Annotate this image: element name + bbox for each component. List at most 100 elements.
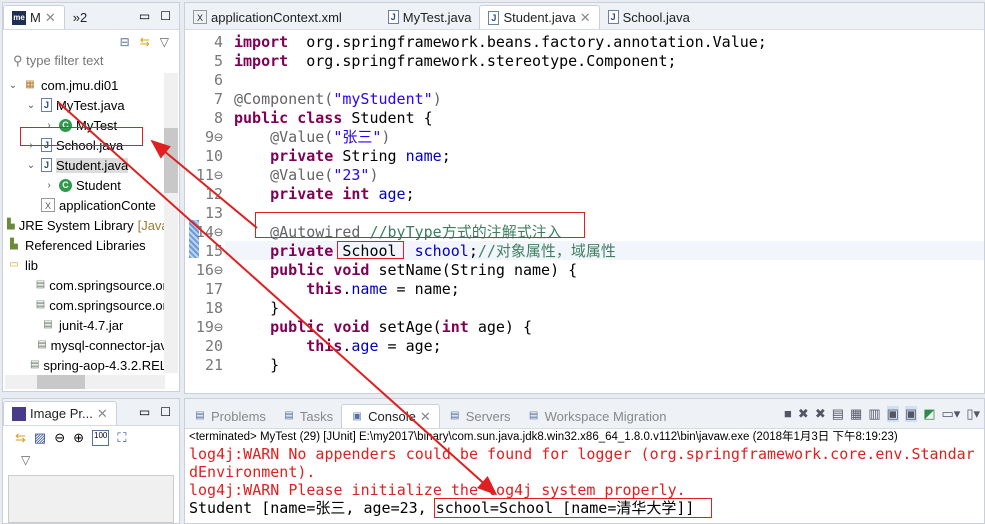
servers-icon: ▤: [450, 410, 460, 421]
tab-image-preview[interactable]: Image Pr... ✕: [3, 401, 117, 425]
tree-item-label: applicationConte: [59, 197, 156, 213]
code-token: ): [381, 128, 391, 146]
code-token: org.springframework.stereotype.Component…: [288, 52, 677, 70]
console-line: log4j:WARN No appenders could be found f…: [189, 445, 975, 481]
word-wrap-icon[interactable]: ▥: [868, 406, 880, 422]
zoom-out-icon[interactable]: ⊖: [54, 430, 65, 446]
fit-window-icon[interactable]: ⛶: [117, 430, 126, 446]
link-icon[interactable]: ⇆: [15, 430, 26, 446]
code-token: ;: [441, 147, 451, 165]
editor-tab[interactable]: J School.java: [600, 5, 698, 29]
tree-item[interactable]: ▤ junit-4.7.jar: [7, 315, 167, 335]
code-token: ): [432, 90, 442, 108]
expanded-icon[interactable]: ⌄: [25, 160, 37, 171]
show-on-stdout-icon[interactable]: ▣: [886, 406, 899, 422]
tree-item[interactable]: ⌄ ▦ com.jmu.di01: [7, 75, 167, 95]
maximize-icon[interactable]: ☐: [160, 9, 171, 23]
tree-item-label: mysql-connector-jav: [50, 337, 167, 353]
package-icon: ▦: [25, 79, 35, 90]
tree-item[interactable]: ▤ mysql-connector-jav: [7, 335, 167, 355]
tree-item[interactable]: ▙ Referenced Libraries: [7, 235, 167, 255]
minimize-icon[interactable]: ▭: [139, 405, 150, 419]
close-icon[interactable]: ✕: [97, 406, 108, 422]
minimize-icon[interactable]: ▭: [139, 9, 150, 23]
display-console-icon[interactable]: ▭▾: [942, 406, 961, 422]
line-number: 9⊖: [204, 128, 223, 146]
tab-package-explorer[interactable]: me M ✕: [3, 5, 65, 29]
maximize-icon[interactable]: ☐: [160, 405, 171, 419]
editor-tab[interactable]: J Student.java ✕: [479, 5, 600, 29]
tree-item-label: junit-4.7.jar: [59, 317, 124, 333]
remove-launch-icon[interactable]: ✖: [798, 406, 809, 422]
fit-image-icon[interactable]: ▨: [34, 430, 46, 446]
tree-item[interactable]: ⌄ J Student.java: [7, 155, 167, 175]
editor-tabbar: XapplicationContext.xml J MyTest.java J Stud…: [185, 3, 984, 30]
actual-size-icon[interactable]: 100: [92, 430, 110, 446]
console-line: log4j:WARN Please initialize the log4j s…: [189, 481, 686, 499]
image-preview-panel: Image Pr... ✕ ▭ ☐ ⇆ ▨ ⊖ ⊕ 100 ⛶ ▽: [2, 398, 180, 524]
highlight-autowired: [255, 212, 585, 238]
horizontal-scrollbar[interactable]: [5, 375, 165, 389]
tree-item[interactable]: XapplicationConte: [7, 195, 167, 215]
line-number: 13: [204, 204, 223, 222]
code-line: }: [234, 356, 279, 375]
pin-console-icon[interactable]: ◩: [923, 406, 935, 422]
view-menu-icon[interactable]: ▽: [21, 453, 30, 467]
java-file-icon: J: [387, 10, 399, 24]
expanded-icon[interactable]: ⌄: [7, 80, 19, 91]
scroll-thumb[interactable]: [37, 375, 85, 389]
code-token: public void: [270, 261, 370, 279]
console-tab[interactable]: ▣ Console ✕: [341, 404, 440, 428]
open-console-icon[interactable]: ▯▾: [966, 406, 980, 422]
code-token: setAge(: [369, 318, 442, 336]
close-icon[interactable]: ✕: [420, 409, 431, 425]
java-file-icon: J: [41, 98, 52, 112]
editor-panel: XapplicationContext.xml J MyTest.java J Stud…: [184, 2, 985, 394]
terminate-icon[interactable]: ■: [784, 406, 792, 422]
tree-item-label: JRE System Library: [18, 217, 134, 233]
clear-console-icon[interactable]: ▤: [832, 406, 844, 422]
tree-item[interactable]: ▙ JRE System Library [Java: [7, 215, 167, 235]
vertical-scrollbar[interactable]: [164, 73, 178, 373]
search-icon: ⚲: [13, 53, 27, 68]
tree-item[interactable]: ▤ com.springsource.or: [7, 295, 167, 315]
console-tab[interactable]: ▤ Servers: [440, 404, 519, 428]
zoom-in-icon[interactable]: ⊕: [73, 430, 84, 446]
jar-icon: ▤: [35, 299, 46, 310]
tree-item[interactable]: ▤ spring-aop-4.3.2.REL: [7, 355, 167, 375]
filter-field[interactable]: ⚲ type filter text: [13, 53, 103, 69]
jar-icon: ▤: [35, 279, 46, 290]
code-line: this.name = name;: [234, 280, 460, 299]
code-token: age) {: [468, 318, 533, 336]
console-tab[interactable]: ▤ Workspace Migration: [519, 404, 675, 428]
image-canvas: [8, 475, 174, 523]
line-number: 21: [204, 356, 223, 374]
console-tab[interactable]: ▤ Problems: [185, 404, 274, 428]
remove-all-icon[interactable]: ✖: [815, 406, 826, 422]
tree-item[interactable]: ⌄ J MyTest.java: [7, 95, 167, 115]
collapse-all-icon[interactable]: ⊟: [120, 35, 130, 49]
xml-file-icon: X: [41, 198, 55, 212]
tree-item[interactable]: ▭ lib: [7, 255, 167, 275]
view-menu-icon[interactable]: ▽: [160, 35, 169, 49]
editor-tab[interactable]: XapplicationContext.xml: [185, 5, 350, 29]
close-icon[interactable]: ✕: [580, 10, 591, 26]
link-editor-icon[interactable]: ⇆: [140, 35, 150, 49]
expanded-icon[interactable]: ⌄: [25, 100, 37, 111]
code-token: private: [270, 147, 334, 165]
tree-item[interactable]: › C Student: [7, 175, 167, 195]
collapsed-icon[interactable]: ›: [43, 180, 55, 191]
line-number: 18: [204, 299, 223, 317]
console-tab[interactable]: ▤ Tasks: [274, 404, 341, 428]
show-on-stderr-icon[interactable]: ▣: [904, 406, 918, 422]
scroll-thumb[interactable]: [164, 128, 178, 193]
line-number: 7: [213, 90, 223, 108]
tree-item[interactable]: ▤ com.springsource.or: [7, 275, 167, 295]
editor-tab[interactable]: J MyTest.java: [380, 5, 480, 29]
scroll-lock-icon[interactable]: ▦: [850, 406, 862, 422]
overflow-tabs[interactable]: »2: [65, 5, 95, 29]
close-icon[interactable]: ✕: [45, 10, 56, 26]
problems-icon: ▤: [195, 410, 205, 421]
